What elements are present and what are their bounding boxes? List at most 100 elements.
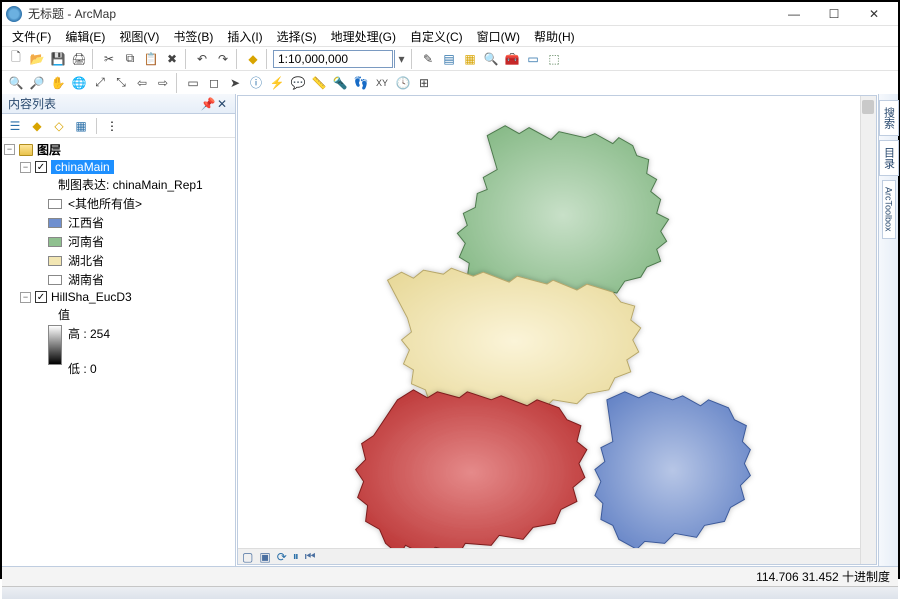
arcToolbox-icon[interactable]: 🧰 xyxy=(502,49,522,69)
options-icon[interactable]: ⋮ xyxy=(103,117,121,135)
toc-icon[interactable]: ▤ xyxy=(439,49,459,69)
open-icon[interactable]: 📂 xyxy=(27,49,47,69)
resize-grip-bar xyxy=(2,586,898,599)
find-icon[interactable]: 🔦 xyxy=(330,73,350,93)
layer-checkbox[interactable]: ✓ xyxy=(35,291,47,303)
zoom-in-icon[interactable]: 🔍 xyxy=(6,73,26,93)
pause-drawing-icon[interactable]: ⏸ xyxy=(293,549,299,564)
cat-label: 湖北省 xyxy=(68,252,104,269)
collapse-icon[interactable]: − xyxy=(20,162,31,173)
dataframe-node[interactable]: − 图层 xyxy=(2,140,235,159)
undo-icon[interactable]: ↶ xyxy=(192,49,212,69)
html-popup-icon[interactable]: 💬 xyxy=(288,73,308,93)
layer-checkbox[interactable]: ✓ xyxy=(35,161,47,173)
hyperlink-icon[interactable]: ⚡ xyxy=(267,73,287,93)
add-data-icon[interactable]: ◆ xyxy=(243,49,263,69)
menu-help[interactable]: 帮助(H) xyxy=(528,26,581,47)
clear-selection-icon[interactable]: ◻ xyxy=(204,73,224,93)
other-values-label: <其他所有值> xyxy=(68,195,142,212)
menu-view[interactable]: 视图(V) xyxy=(113,26,165,47)
category-row[interactable]: 湖南省 xyxy=(2,270,235,289)
category-row[interactable]: 河南省 xyxy=(2,232,235,251)
cut-icon[interactable]: ✂ xyxy=(99,49,119,69)
menu-bookmarks[interactable]: 书签(B) xyxy=(167,26,219,47)
delete-icon[interactable]: ✖ xyxy=(162,49,182,69)
dataframe-label: 图层 xyxy=(37,141,61,158)
pin-icon[interactable]: 📌 xyxy=(201,97,215,111)
copy-icon[interactable]: ⧉ xyxy=(120,49,140,69)
list-by-selection-icon[interactable]: ▦ xyxy=(72,117,90,135)
list-by-visibility-icon[interactable]: ◇ xyxy=(50,117,68,135)
pan-icon[interactable]: ✋ xyxy=(48,73,68,93)
measure-icon[interactable]: 📏 xyxy=(309,73,329,93)
minimize-button[interactable]: — xyxy=(774,3,814,25)
full-extent-icon[interactable]: 🌐 xyxy=(69,73,89,93)
menubar: 文件(F) 编辑(E) 视图(V) 书签(B) 插入(I) 选择(S) 地理处理… xyxy=(2,26,898,46)
menu-file[interactable]: 文件(F) xyxy=(6,26,57,47)
identify-icon[interactable]: ⓘ xyxy=(246,73,266,93)
redo-icon[interactable]: ↷ xyxy=(213,49,233,69)
menu-window[interactable]: 窗口(W) xyxy=(471,26,526,47)
python-window-icon[interactable]: ▭ xyxy=(523,49,543,69)
layer-chinamain[interactable]: − ✓ chinaMain xyxy=(2,159,235,175)
zoom-out-icon[interactable]: 🔎 xyxy=(27,73,47,93)
region-jiangxi[interactable] xyxy=(595,392,751,550)
menu-edit[interactable]: 编辑(E) xyxy=(59,26,111,47)
cat-label: 江西省 xyxy=(68,214,104,231)
close-panel-icon[interactable]: ✕ xyxy=(215,97,229,111)
modelbuilder-icon[interactable]: ⬚ xyxy=(544,49,564,69)
category-row[interactable]: 湖北省 xyxy=(2,251,235,270)
fixed-zoom-in-icon[interactable]: ⤢ xyxy=(90,73,110,93)
save-icon[interactable]: 💾 xyxy=(48,49,68,69)
forward-extent-icon[interactable]: ⇨ xyxy=(153,73,173,93)
layout-view-icon[interactable]: ▣ xyxy=(259,550,270,564)
tools-toolbar: 🔍 🔎 ✋ 🌐 ⤢ ⤡ ⇦ ⇨ ▭ ◻ ➤ ⓘ ⚡ 💬 📏 🔦 👣 XY 🕓 ⊞ xyxy=(2,70,898,94)
paste-icon[interactable]: 📋 xyxy=(141,49,161,69)
select-features-icon[interactable]: ▭ xyxy=(183,73,203,93)
collapse-icon[interactable]: − xyxy=(4,144,15,155)
list-by-drawing-order-icon[interactable]: ☰ xyxy=(6,117,24,135)
coords-readout: 114.706 31.452 十进制度 xyxy=(756,568,890,585)
window-title: 无标题 - ArcMap xyxy=(28,5,774,22)
menu-selection[interactable]: 选择(S) xyxy=(271,26,323,47)
back-extent-icon[interactable]: ⇦ xyxy=(132,73,152,93)
editor-toolbar-icon[interactable]: ✎ xyxy=(418,49,438,69)
dock-tab-arctoolbox[interactable]: ArcToolbox xyxy=(882,180,896,239)
select-elements-icon[interactable]: ➤ xyxy=(225,73,245,93)
fixed-zoom-out-icon[interactable]: ⤡ xyxy=(111,73,131,93)
map-svg xyxy=(238,96,876,564)
other-values-row[interactable]: <其他所有值> xyxy=(2,194,235,213)
scale-input[interactable] xyxy=(278,52,388,66)
time-slider-icon[interactable]: 🕓 xyxy=(393,73,413,93)
dock-tab-catalog[interactable]: 目录 xyxy=(879,140,899,176)
category-row[interactable]: 江西省 xyxy=(2,213,235,232)
search-window-icon[interactable]: 🔍 xyxy=(481,49,501,69)
region-hubei[interactable] xyxy=(388,268,641,414)
close-button[interactable]: ✕ xyxy=(854,3,894,25)
scale-dropdown-icon[interactable]: ▾ xyxy=(394,50,408,68)
menu-customize[interactable]: 自定义(C) xyxy=(404,26,469,47)
layer-hillshade[interactable]: − ✓ HillSha_EucD3 xyxy=(2,289,235,305)
list-by-source-icon[interactable]: ◆ xyxy=(28,117,46,135)
catalog-icon[interactable]: ▦ xyxy=(460,49,480,69)
dock-tab-search[interactable]: 搜索 xyxy=(879,100,899,136)
create-viewer-icon[interactable]: ⊞ xyxy=(414,73,434,93)
maximize-button[interactable]: ☐ xyxy=(814,3,854,25)
refresh-icon[interactable]: ⟳ xyxy=(277,550,287,564)
vertical-scrollbar[interactable] xyxy=(860,96,876,564)
nav-first-icon[interactable]: ⏮ xyxy=(305,549,316,564)
new-icon[interactable]: 🗋 xyxy=(6,49,26,69)
map-scale-field[interactable] xyxy=(273,50,393,68)
collapse-icon[interactable]: − xyxy=(20,292,31,303)
menu-insert[interactable]: 插入(I) xyxy=(221,26,268,47)
goto-xy-icon[interactable]: XY xyxy=(372,73,392,93)
high-label: 高 : 254 xyxy=(68,325,110,342)
map-canvas[interactable]: ▢ ▣ ⟳ ⏸ ⏮ xyxy=(237,95,877,565)
data-view-icon[interactable]: ▢ xyxy=(242,550,253,564)
print-icon[interactable]: 🖨 xyxy=(69,49,89,69)
region-hunan[interactable] xyxy=(356,390,587,555)
menu-geoprocessing[interactable]: 地理处理(G) xyxy=(325,26,402,47)
toc-titlebar: 内容列表 📌 ✕ xyxy=(2,94,235,114)
find-route-icon[interactable]: 👣 xyxy=(351,73,371,93)
repr-text: 制图表达: chinaMain_Rep1 xyxy=(58,176,203,193)
